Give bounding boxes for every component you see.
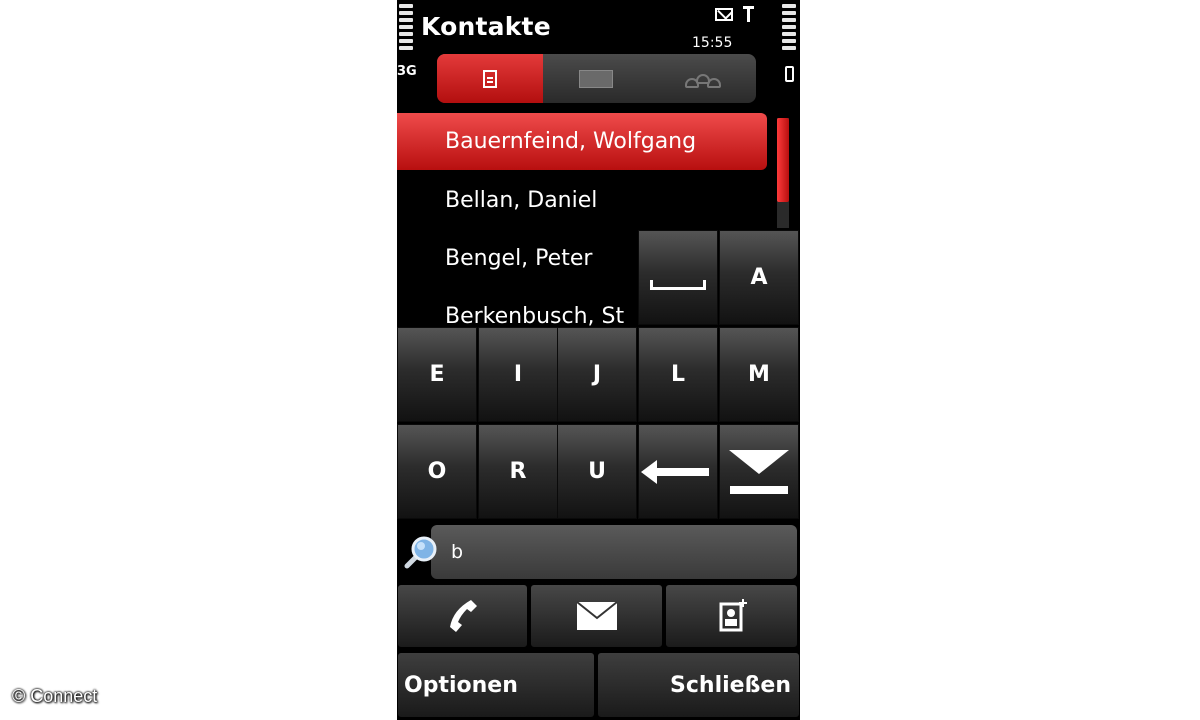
envelope-icon <box>715 8 733 21</box>
key-m[interactable]: M <box>719 327 799 422</box>
clock: 15:55 <box>692 35 733 51</box>
key-r[interactable]: R <box>478 424 558 519</box>
phone-screen: Kontakte 3G 15:55 Bauernfeind, Wolfgang … <box>397 0 800 720</box>
key-a[interactable]: A <box>719 230 799 325</box>
search-input[interactable]: b <box>431 525 797 579</box>
key-l[interactable]: L <box>638 327 718 422</box>
antenna-icon <box>743 6 754 22</box>
tab-contacts[interactable] <box>437 54 544 103</box>
call-icon <box>449 600 477 632</box>
new-contact-button[interactable] <box>665 584 798 648</box>
message-button[interactable] <box>530 584 663 648</box>
scrollbar-thumb[interactable] <box>777 118 789 202</box>
network-indicator: 3G <box>397 64 417 79</box>
key-e[interactable]: E <box>397 327 477 422</box>
hide-keyboard-icon <box>729 449 789 494</box>
key-j[interactable]: J <box>557 327 637 422</box>
new-contact-icon <box>719 599 747 632</box>
backspace-icon <box>641 459 709 484</box>
key-i[interactable]: I <box>478 327 558 422</box>
battery-icon <box>785 66 794 82</box>
tab-business-cards[interactable] <box>543 54 649 103</box>
message-icon <box>575 601 618 630</box>
options-softkey[interactable]: Optionen <box>397 652 595 718</box>
tab-groups[interactable] <box>650 54 756 103</box>
signal-strength-icon <box>399 4 413 50</box>
key-backspace[interactable] <box>638 424 718 519</box>
contact-item-selected[interactable]: Bauernfeind, Wolfgang <box>397 113 767 170</box>
search-icon <box>404 536 437 569</box>
key-hide-keyboard[interactable] <box>719 424 799 519</box>
key-space[interactable] <box>638 230 718 325</box>
battery-level-icon <box>782 4 796 50</box>
groups-icon <box>684 70 721 88</box>
tab-bar <box>437 54 756 103</box>
business-card-icon <box>579 69 614 88</box>
close-softkey[interactable]: Schließen <box>597 652 800 718</box>
page-title: Kontakte <box>421 12 551 41</box>
contact-item[interactable]: Bellan, Daniel <box>397 172 767 230</box>
contacts-list-icon <box>483 69 498 88</box>
copyright-watermark: © Connect <box>12 686 98 706</box>
space-icon <box>650 279 706 290</box>
call-button[interactable] <box>397 584 528 648</box>
key-o[interactable]: O <box>397 424 477 519</box>
key-u[interactable]: U <box>557 424 637 519</box>
